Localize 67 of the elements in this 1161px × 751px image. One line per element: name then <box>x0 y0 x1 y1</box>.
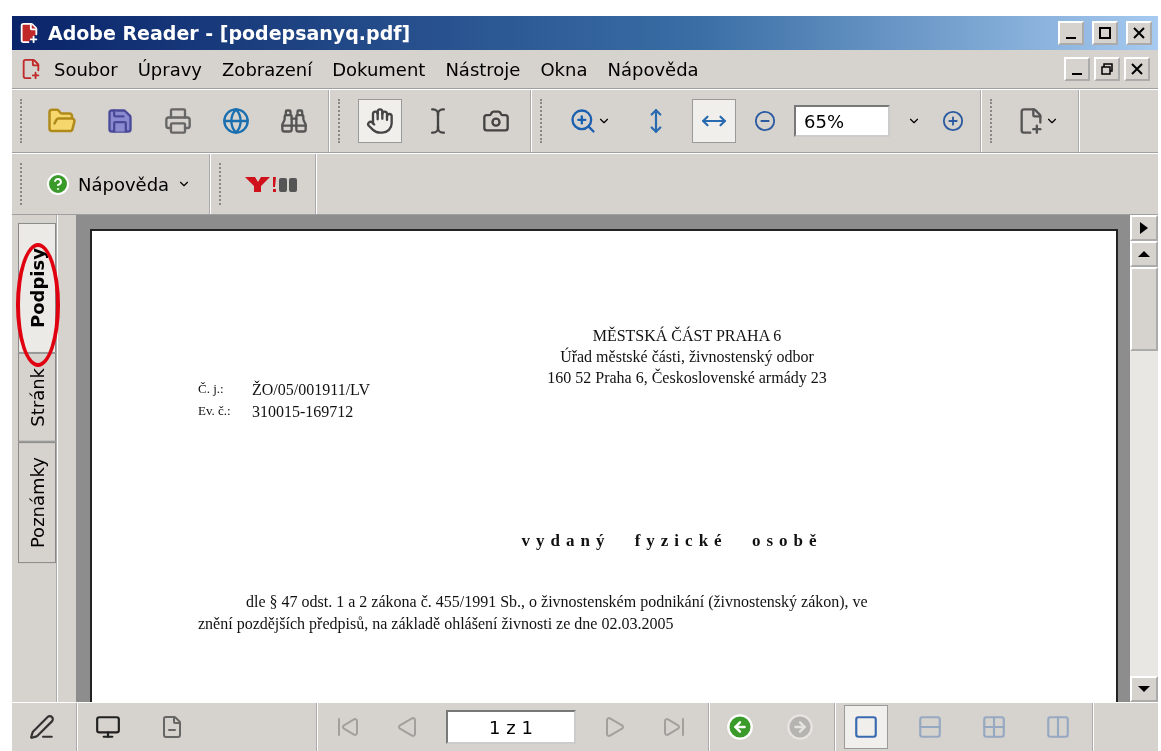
pen-icon <box>29 714 55 740</box>
minimize-icon <box>1072 72 1082 75</box>
reference-label: Ev. č.: <box>198 403 232 420</box>
triangle-right-icon <box>1139 221 1149 235</box>
reference-value: ŽO/05/001911/LV <box>252 381 370 399</box>
close-icon <box>1131 63 1143 75</box>
plus-circle-icon <box>942 110 964 132</box>
reference-value: 310015-169712 <box>252 403 354 421</box>
hand-icon <box>366 107 394 135</box>
single-page-icon <box>853 714 879 740</box>
help-icon <box>46 172 70 196</box>
minus-circle-icon <box>754 110 776 132</box>
header-line: 160 52 Praha 6, Československé armády 23 <box>547 369 827 387</box>
close-button[interactable] <box>1126 21 1152 45</box>
globe-icon <box>222 107 250 135</box>
continuous-icon <box>917 714 943 740</box>
tool-button[interactable] <box>358 99 402 143</box>
menu-item[interactable]: Okna <box>532 56 596 82</box>
side-tab[interactable]: Stránk <box>18 352 56 442</box>
restore-icon <box>1101 63 1113 75</box>
close-button[interactable] <box>1124 57 1150 81</box>
app-icon <box>18 22 40 44</box>
paragraph-line: dle § 47 odst. 1 a 2 zákona č. 455/1991 Sb., o živnostenském podnikání (živnostenský zákon), ve <box>245 593 869 611</box>
back-icon <box>726 713 754 741</box>
restore-button[interactable] <box>1094 57 1120 81</box>
close-icon <box>1133 27 1145 39</box>
maximize-button[interactable] <box>1092 21 1118 45</box>
triangle-up-icon <box>1137 250 1151 258</box>
scroll-down-button[interactable] <box>1130 676 1158 702</box>
window-title: Adobe Reader - [podepsanyq.pdf] <box>48 22 412 44</box>
minimize-icon <box>1066 36 1076 39</box>
zoom-in-icon <box>569 107 597 135</box>
page-number-field[interactable]: 1 z 1 <box>446 710 576 744</box>
menu-item[interactable]: Dokument <box>324 56 434 82</box>
header-line: Úřad městské části, živnostenský odbor <box>560 348 814 366</box>
minimize-button[interactable] <box>1058 21 1084 45</box>
document-icon <box>20 58 42 80</box>
document-minus-icon <box>160 715 184 739</box>
facing-icon <box>1045 714 1071 740</box>
fit-button[interactable] <box>692 99 736 143</box>
menu-item[interactable]: Nástroje <box>437 56 529 82</box>
menu-item[interactable]: Zobrazení <box>214 56 321 82</box>
header-line: MĚSTSKÁ ČÁST PRAHA 6 <box>592 327 782 345</box>
scroll-up-button[interactable] <box>1130 241 1158 267</box>
menu-item[interactable]: Nápověda <box>599 56 707 82</box>
printer-icon <box>164 107 192 135</box>
side-tab[interactable]: Poznámky <box>18 441 56 563</box>
expand-panel-button[interactable] <box>1130 215 1158 241</box>
zoom-field[interactable]: 65% <box>794 105 890 137</box>
page-layout-button[interactable] <box>844 705 888 749</box>
last-page-icon <box>662 715 686 739</box>
reference-label: Č. j.: <box>198 381 225 398</box>
monitor-icon <box>95 714 121 740</box>
minimize-button[interactable] <box>1064 57 1090 81</box>
side-tab[interactable]: Podpisy <box>18 223 56 353</box>
forward-icon <box>786 713 814 741</box>
document-heading: vydaný fyzické osobě <box>521 531 823 551</box>
menu-item[interactable]: Úpravy <box>129 56 211 82</box>
facing-continuous-icon <box>981 714 1007 740</box>
binoculars-icon <box>280 107 308 135</box>
paragraph-line: znění pozdějších předpisů, na základě ohlášení živnosti ze dne 02.03.2005 <box>198 615 675 633</box>
menu-item[interactable]: Soubor <box>46 56 126 82</box>
scroll-thumb[interactable] <box>1130 267 1158 351</box>
triangle-down-icon <box>1137 685 1151 693</box>
maximize-icon <box>1099 27 1111 39</box>
first-page-icon <box>336 715 360 739</box>
help-button[interactable]: Nápověda <box>40 168 198 200</box>
